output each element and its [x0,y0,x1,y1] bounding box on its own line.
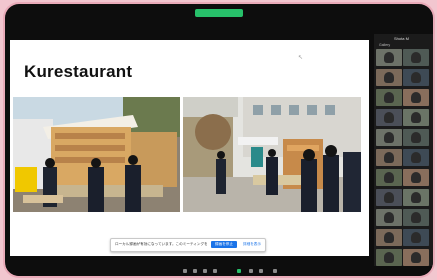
participant-avatar [411,232,421,243]
chat-icon[interactable] [213,269,217,273]
participant-tile[interactable] [376,129,402,146]
screen-share-indicator[interactable] [195,9,243,17]
stop-recording-button[interactable]: 録画を停止 [211,241,237,248]
record-icon[interactable] [249,269,253,273]
participant-avatar [411,72,421,83]
participant-tile[interactable] [376,169,402,186]
participant-tile[interactable] [376,229,402,246]
mouse-cursor: ↖ [298,55,304,61]
meeting-toolbar [5,266,433,276]
participants-icon[interactable] [203,269,207,273]
participant-tile[interactable] [376,69,402,86]
participant-tile[interactable] [403,209,429,226]
participant-avatar [384,172,394,183]
participant-tile[interactable] [403,49,429,66]
participant-tile[interactable] [403,89,429,106]
participant-tile[interactable] [376,89,402,106]
participant-avatar [411,152,421,163]
shared-slide: Kurestaurant ↖ ローカル録画が有効になっています。このミーティング… [10,40,369,256]
participant-tile[interactable] [403,229,429,246]
panel-subtitle: Gallery [379,43,391,47]
reactions-icon[interactable] [259,269,263,273]
participant-tile[interactable] [403,169,429,186]
participant-tile[interactable] [376,109,402,126]
slide-title: Kurestaurant [24,62,133,81]
panel-title: Shota M [394,36,409,41]
details-link[interactable]: 詳細を表示 [241,241,263,248]
participant-avatar [411,132,421,143]
participant-avatar [384,252,394,263]
participant-tile[interactable] [403,109,429,126]
participant-avatar [411,172,421,183]
participant-tile[interactable] [376,209,402,226]
participant-tile[interactable] [403,149,429,166]
participant-avatar [384,52,394,63]
participant-tile[interactable] [403,189,429,206]
camera-icon[interactable] [193,269,197,273]
participant-avatar [384,232,394,243]
more-icon[interactable] [273,269,277,273]
participant-avatar [384,92,394,103]
participant-tile[interactable] [376,189,402,206]
participant-tile[interactable] [403,69,429,86]
photo-school-courtyard [183,97,361,212]
meeting-window: Kurestaurant ↖ ローカル録画が有効になっています。このミーティング… [5,4,433,276]
participant-avatar [384,212,394,223]
participant-avatar [411,52,421,63]
participant-tile[interactable] [403,249,429,266]
participant-tile[interactable] [376,249,402,266]
participant-avatar [384,192,394,203]
recording-notice-message: ローカル録画が有効になっています。このミーティングを録画しています [115,242,207,246]
participant-avatar [411,192,421,203]
recording-notice: ローカル録画が有効になっています。このミーティングを録画しています 録画を停止 … [110,238,266,252]
participant-avatar [411,212,421,223]
share-screen-icon[interactable] [237,269,241,273]
participant-avatar [384,112,394,123]
microphone-icon[interactable] [183,269,187,273]
participant-avatar [384,72,394,83]
participant-tile[interactable] [403,129,429,146]
participant-avatar [384,152,394,163]
participant-avatar [384,132,394,143]
photo-food-stall [13,97,180,212]
participant-avatar [411,92,421,103]
participants-panel: Shota M Gallery [374,34,433,266]
participant-avatar [411,252,421,263]
participant-tiles [376,49,432,269]
participant-tile[interactable] [376,149,402,166]
participant-avatar [411,112,421,123]
participant-tile[interactable] [376,49,402,66]
